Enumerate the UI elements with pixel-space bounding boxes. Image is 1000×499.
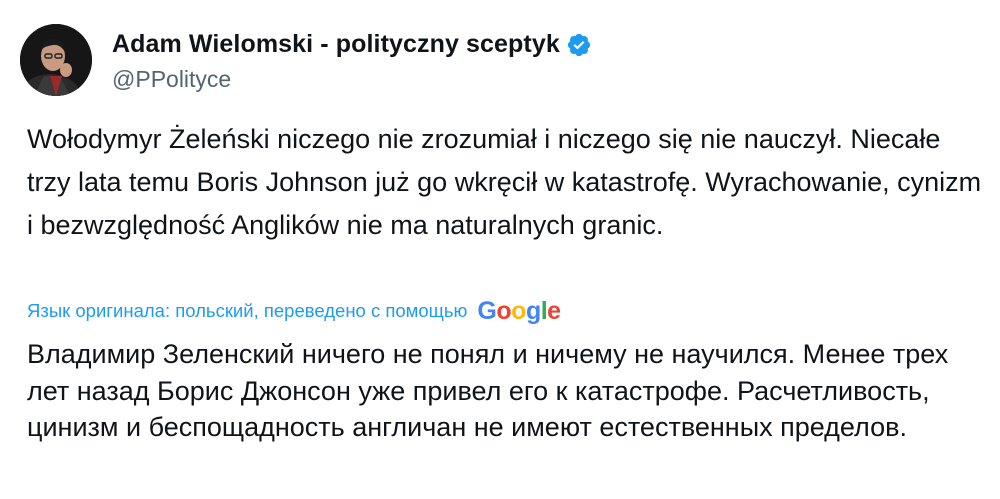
tweet-text: Wołodymyr Żeleński niczego nie zrozumiał… [27,124,982,240]
verified-badge-icon[interactable] [566,32,592,58]
name-row: Adam Wielomski - polityczny sceptyk [112,28,592,62]
author-handle[interactable]: @PPolityce [112,66,592,93]
translated-text: Владимир Зеленский ничего не понял и нич… [27,339,949,442]
tweet-header: Adam Wielomski - polityczny sceptyk @PPo… [20,20,592,100]
avatar[interactable] [20,24,92,96]
google-logo-icon: Google [477,297,561,325]
profile-photo-icon [20,24,92,96]
translation-note[interactable]: Язык оригинала: польский, переведено с п… [27,300,467,322]
author-identity: Adam Wielomski - polityczny sceptyk @PPo… [112,28,592,93]
author-display-name[interactable]: Adam Wielomski - polityczny sceptyk [112,30,560,59]
translation-attribution: Язык оригинала: польский, переведено с п… [27,295,561,327]
